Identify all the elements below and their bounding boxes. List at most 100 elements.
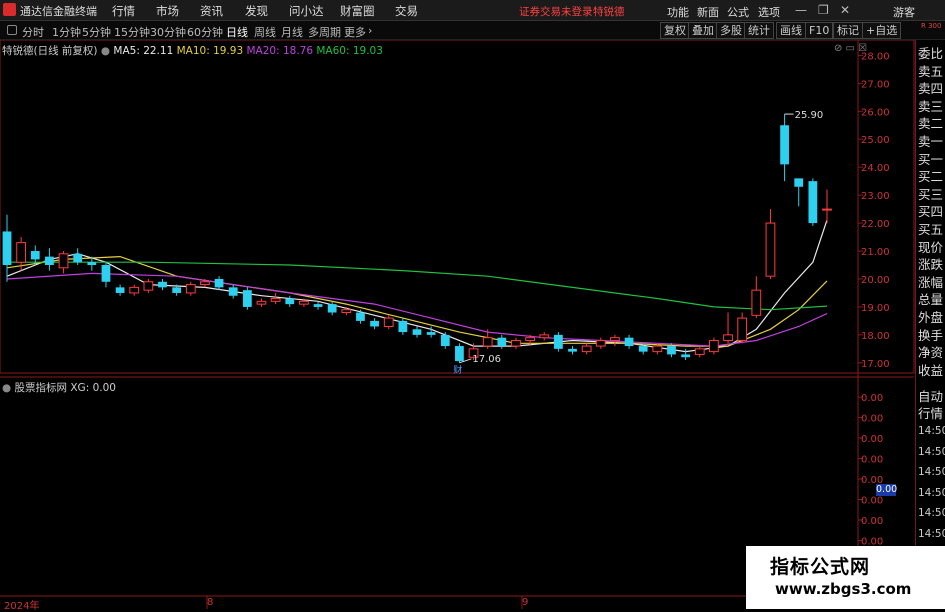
candle-body-up bbox=[822, 208, 832, 211]
chart-panel-buttons[interactable]: ⊘ ▭ ☒ bbox=[834, 43, 867, 54]
more-arrow-icon[interactable]: › bbox=[368, 24, 372, 37]
period-5min[interactable]: 5分钟 bbox=[82, 24, 111, 40]
ma5-label: MA5: 22.11 bbox=[113, 45, 174, 57]
candle-body-up bbox=[482, 337, 493, 347]
candle-body-up bbox=[299, 300, 309, 305]
candle-body-down bbox=[794, 178, 804, 187]
candle-body-down bbox=[681, 354, 691, 358]
right-panel-label: 卖四 bbox=[918, 81, 944, 97]
indicator-tick-label: 0.00 bbox=[861, 434, 883, 445]
candle-body-up bbox=[525, 337, 535, 341]
restore-icon[interactable]: ❐ bbox=[818, 3, 829, 17]
menu-new-layout[interactable]: 新面 bbox=[697, 4, 719, 20]
price-tick-label: 26.00 bbox=[861, 107, 890, 118]
period-1min[interactable]: 1分钟 bbox=[52, 24, 81, 40]
candle-body-down bbox=[440, 334, 450, 347]
toolbar-overlay-button[interactable]: 叠加 bbox=[688, 22, 718, 39]
main-plot-frame bbox=[0, 40, 915, 374]
candle-body-down bbox=[426, 332, 436, 335]
watermark-url: www.zbgs3.com bbox=[775, 580, 912, 598]
chart-stock-name: 特锐德(日线 前复权) bbox=[2, 45, 98, 57]
candle-body-up bbox=[581, 345, 592, 353]
period-30min[interactable]: 30分钟 bbox=[150, 24, 186, 40]
kline-chart[interactable]: 28.0027.0026.0025.0024.0023.0022.0021.00… bbox=[0, 40, 915, 609]
ma60-label: MA60: 19.03 bbox=[316, 45, 383, 57]
toolbar-add-watchlist-button[interactable]: +自选 bbox=[862, 22, 902, 39]
indicator-info: ● 股票指标网 XG: 0.00 bbox=[2, 380, 116, 395]
candle-body-down bbox=[497, 337, 507, 347]
right-panel-label: 涨幅 bbox=[918, 274, 944, 290]
guest-login[interactable]: 游客 bbox=[893, 4, 915, 20]
candle-body-up bbox=[539, 334, 550, 339]
candle-body-down bbox=[412, 329, 422, 335]
menu-item-market[interactable]: 市场 bbox=[156, 3, 179, 19]
menu-formula[interactable]: 公式 bbox=[727, 4, 749, 20]
chart-settings-icon[interactable]: ● bbox=[101, 45, 110, 57]
menu-item-market-quotes[interactable]: 行情 bbox=[112, 3, 135, 19]
ma20-label: MA20: 18.76 bbox=[246, 45, 314, 57]
indicator-xg-value: XG: 0.00 bbox=[70, 382, 116, 394]
toolbar-stats-button[interactable]: 统计 bbox=[744, 22, 774, 39]
right-panel-label: 买四 bbox=[918, 204, 944, 220]
menu-functions[interactable]: 功能 bbox=[667, 4, 689, 20]
candle-body-up bbox=[129, 286, 140, 294]
toolbar-mark-button[interactable]: 标记 bbox=[833, 22, 863, 39]
period-60min[interactable]: 60分钟 bbox=[187, 24, 223, 40]
period-daily[interactable]: 日线 bbox=[226, 24, 248, 40]
chart-info: 特锐德(日线 前复权) ● MA5: 22.11 MA10: 19.93 MA2… bbox=[2, 43, 383, 58]
indicator-settings-icon[interactable]: ● bbox=[2, 382, 11, 394]
candle-body-up bbox=[383, 317, 394, 327]
period-more[interactable]: 更多 bbox=[344, 24, 366, 40]
period-intraday[interactable]: 分时 bbox=[22, 24, 44, 40]
indicator-tick-label: 0.00 bbox=[861, 516, 883, 527]
toolbar-adjust-button[interactable]: 复权 bbox=[660, 22, 690, 39]
period-multi[interactable]: 多周期 bbox=[308, 24, 341, 40]
right-panel-time: 14:50 bbox=[918, 445, 945, 458]
candle-body-up bbox=[652, 345, 663, 353]
menu-item-ask-xiaoda[interactable]: 问小达 bbox=[289, 3, 324, 19]
period-monthly[interactable]: 月线 bbox=[281, 24, 303, 40]
menu-options[interactable]: 选项 bbox=[758, 4, 780, 20]
candle-body-down bbox=[667, 346, 676, 355]
ma10-label: MA10: 19.93 bbox=[176, 45, 244, 57]
x-axis-label: 9 bbox=[522, 597, 529, 608]
candle-body-down bbox=[115, 287, 125, 293]
right-panel-label: 卖一 bbox=[918, 134, 944, 149]
login-notice[interactable]: 证券交易未登录 bbox=[519, 4, 593, 19]
right-panel-label: 买三 bbox=[918, 186, 944, 202]
candle-body-down bbox=[45, 256, 54, 265]
menu-item-discover[interactable]: 发现 bbox=[245, 3, 268, 19]
price-tick-label: 25.00 bbox=[861, 135, 890, 146]
period-bar-toggle-icon[interactable] bbox=[7, 25, 17, 35]
right-panel-quotes[interactable]: 行情 bbox=[918, 403, 943, 422]
candle-body-up bbox=[709, 339, 719, 353]
right-panel-time: 14:50 bbox=[918, 486, 945, 499]
candle-body-up bbox=[737, 317, 748, 341]
right-panel-time: 14:50 bbox=[918, 507, 945, 519]
indicator-tick-label: 0.00 bbox=[861, 455, 883, 466]
price-tick-label: 18.00 bbox=[861, 331, 890, 342]
minimize-icon[interactable]: — bbox=[795, 3, 807, 17]
x-axis-label: 2024年 bbox=[4, 601, 40, 612]
candle-body-up bbox=[723, 334, 733, 341]
candle-body-down bbox=[370, 320, 379, 327]
toolbar-f10-button[interactable]: F10 bbox=[805, 22, 834, 39]
candle-body-down bbox=[624, 337, 634, 347]
candle-body-down bbox=[568, 348, 577, 352]
candle-body-down bbox=[356, 312, 365, 321]
period-weekly[interactable]: 周线 bbox=[254, 24, 276, 40]
right-panel-time: 14:50 bbox=[918, 466, 945, 478]
period-15min[interactable]: 15分钟 bbox=[114, 24, 150, 40]
ma-line-ma60 bbox=[7, 261, 828, 311]
close-icon[interactable]: ✕ bbox=[840, 3, 850, 17]
right-panel-label: 换手 bbox=[918, 327, 944, 343]
menu-item-wealth-circle[interactable]: 财富圈 bbox=[340, 3, 375, 19]
toolbar-draw-button[interactable]: 画线 bbox=[776, 22, 806, 39]
menu-item-news[interactable]: 资讯 bbox=[200, 3, 223, 19]
menu-item-trade[interactable]: 交易 bbox=[395, 3, 418, 19]
candle-body-down bbox=[214, 278, 224, 288]
right-panel-label: 现价 bbox=[918, 239, 944, 255]
low-annotation: 17.06 bbox=[472, 354, 501, 365]
toolbar-multi-stock-button[interactable]: 多股 bbox=[716, 22, 746, 39]
candle-body-up bbox=[256, 300, 267, 305]
